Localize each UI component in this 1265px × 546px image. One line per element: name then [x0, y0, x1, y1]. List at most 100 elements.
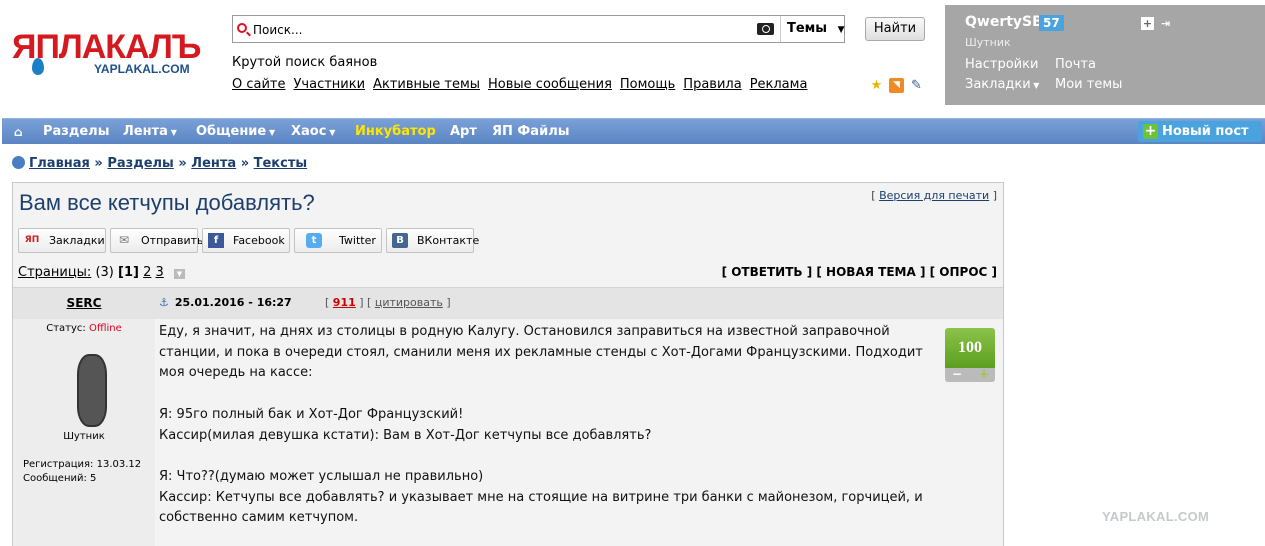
search-bar: Темы ▼ — [232, 15, 845, 43]
rating-controls: − + — [945, 368, 995, 382]
nav-item-art[interactable]: Арт — [450, 119, 477, 145]
pagination: Страницы: (3) [1] 2 3 ▼ — [18, 265, 185, 280]
share-facebook-button[interactable]: f Facebook — [202, 228, 290, 253]
username[interactable]: QwertySB — [965, 14, 1043, 30]
top-link-ads[interactable]: Реклама — [750, 77, 808, 92]
share-label: Отправить — [141, 234, 204, 247]
topic-panel: Вам все кетчупы добавлять? [ Версия для … — [12, 182, 1004, 546]
nav-item-label: Общение — [196, 124, 267, 139]
nav-item-label: Хаос — [291, 124, 327, 139]
top-link-members[interactable]: Участники — [294, 77, 366, 92]
exit-icon[interactable]: ⇥ — [1159, 17, 1172, 30]
mail-link[interactable]: Почта — [1055, 57, 1096, 72]
nav-item-incubator[interactable]: Инкубатор — [355, 119, 436, 145]
page: ЯПЛАКАЛЪ YAPLAKAL.COM Темы ▼ Найти Круто… — [0, 0, 1265, 546]
poll-button[interactable]: ОПРОС — [939, 265, 987, 279]
nav-item-label: Лента — [123, 124, 168, 139]
anchor-icon[interactable]: ⚓ — [159, 296, 169, 309]
page-link-2[interactable]: 2 — [143, 265, 151, 280]
print-version-link[interactable]: Версия для печати — [879, 189, 989, 202]
new-topic-button[interactable]: НОВАЯ ТЕМА — [826, 265, 916, 279]
vote-minus-button[interactable]: − — [952, 368, 962, 381]
yap-icon: ЯП — [24, 235, 40, 245]
new-post-button[interactable]: + Новый пост — [1138, 121, 1262, 142]
pencil-icon[interactable]: ✎ — [909, 78, 924, 93]
top-link-rules[interactable]: Правила — [683, 77, 741, 92]
breadcrumb-sections[interactable]: Разделы — [107, 156, 173, 171]
topic-title: Вам все кетчупы добавлять? — [19, 190, 315, 215]
bookmarks-label: Закладки — [965, 77, 1031, 92]
post-number[interactable]: 911 — [333, 296, 356, 309]
vote-plus-button[interactable]: + — [979, 368, 989, 381]
post-line: Кассир(милая девушка кстати): Вам в Хот-… — [159, 427, 652, 443]
nav-item-files[interactable]: ЯП Файлы — [492, 119, 569, 145]
chevron-down-icon: ▼ — [326, 128, 336, 137]
settings-link[interactable]: Настройки — [965, 57, 1038, 72]
watermark: YAPLAKAL.COM — [1102, 509, 1210, 524]
topic-actions: [ ОТВЕТИТЬ ] [ НОВАЯ ТЕМА ] [ ОПРОС ] — [721, 265, 997, 279]
main-nav: ⌂ Разделы Лента ▼ Общение ▼ Хаос ▼ Инкуб… — [2, 118, 1265, 144]
top-link-about[interactable]: О сайте — [232, 77, 286, 92]
home-icon[interactable]: ⌂ — [14, 119, 23, 145]
reply-button[interactable]: ОТВЕТИТЬ — [731, 265, 802, 279]
author-info: Статус: Offline Шутник Регистрация: 13.0… — [13, 319, 155, 546]
breadcrumb-feed[interactable]: Лента — [191, 156, 236, 171]
my-topics-link[interactable]: Мои темы — [1055, 77, 1122, 92]
page-current: 1 — [123, 265, 134, 280]
top-link-active-topics[interactable]: Активные темы — [373, 77, 480, 92]
new-post-label: Новый пост — [1162, 124, 1249, 139]
post-line: Еду, я значит, на днях из столицы в родн… — [159, 324, 890, 339]
quote-link[interactable]: цитировать — [375, 296, 443, 309]
chevron-down-icon[interactable]: ▼ — [173, 269, 185, 279]
avatar[interactable] — [77, 354, 107, 427]
search-icon — [237, 23, 247, 33]
post-line: станции, и пока в очереди стоял, сманили… — [159, 344, 923, 360]
nav-item-feed[interactable]: Лента ▼ — [123, 119, 177, 146]
page-link-3[interactable]: 3 — [156, 265, 164, 280]
nav-item-social[interactable]: Общение ▼ — [196, 119, 275, 146]
share-label: Facebook — [233, 234, 285, 247]
twitter-icon: t — [306, 233, 322, 248]
search-input[interactable] — [253, 20, 753, 40]
top-link-help[interactable]: Помощь — [620, 77, 675, 92]
site-logo[interactable]: ЯПЛАКАЛЪ YAPLAKAL.COM — [12, 30, 212, 82]
share-label: Twitter — [339, 234, 376, 247]
nav-item-chaos[interactable]: Хаос ▼ — [291, 119, 335, 146]
user-panel: QwertySB 57 + ⇥ Шутник Настройки Почта З… — [945, 5, 1265, 105]
rss-icon[interactable]: ◥ — [889, 78, 904, 93]
chevron-down-icon: ▼ — [837, 25, 845, 35]
breadcrumb-texts[interactable]: Тексты — [254, 156, 308, 171]
author-rank: Шутник — [63, 431, 105, 442]
post-author[interactable]: SERC — [13, 296, 155, 310]
breadcrumb-home[interactable]: Главная — [29, 156, 90, 171]
print-version: [ Версия для печати ] — [871, 189, 997, 202]
breadcrumb: Главная » Разделы » Лента » Тексты — [12, 156, 307, 171]
star-icon[interactable]: ★ — [869, 78, 884, 93]
facebook-icon: f — [208, 233, 224, 248]
search-scope-select[interactable]: Темы ▼ — [780, 16, 845, 42]
search-scope-label: Темы — [787, 21, 828, 36]
notification-count[interactable]: 57 — [1039, 15, 1064, 31]
envelope-icon: ✉ — [118, 233, 130, 247]
chevron-down-icon: ▼ — [167, 128, 177, 137]
top-link-new-messages[interactable]: Новые сообщения — [488, 77, 612, 92]
add-icon[interactable]: + — [1141, 17, 1154, 30]
pages-label[interactable]: Страницы: — [18, 265, 91, 280]
plus-icon: + — [1143, 123, 1158, 139]
bookmarks-link[interactable]: Закладки ▼ — [965, 77, 1039, 92]
find-button[interactable]: Найти — [865, 17, 925, 41]
post-date-row: ⚓ 25.01.2016 - 16:27 — [159, 296, 292, 309]
post-line — [159, 384, 939, 405]
author-status: Статус: Offline — [13, 323, 155, 334]
nav-item-sections[interactable]: Разделы — [43, 119, 109, 145]
share-twitter-button[interactable]: t Twitter — [294, 228, 382, 253]
vk-icon: B — [392, 233, 408, 248]
share-bookmarks-button[interactable]: ЯП Закладки — [18, 228, 106, 253]
top-links: О сайте Участники Активные темы Новые сообщ… — [232, 77, 815, 92]
share-vk-button[interactable]: B ВКонтакте — [386, 228, 479, 253]
tagline: Крутой поиск баянов — [232, 55, 378, 70]
camera-icon[interactable] — [757, 23, 774, 35]
share-send-button[interactable]: ✉ Отправить — [110, 228, 204, 253]
post-line: собственно самим кетчупом. — [159, 510, 359, 526]
post-line: моя очередь на кассе: — [159, 365, 313, 381]
